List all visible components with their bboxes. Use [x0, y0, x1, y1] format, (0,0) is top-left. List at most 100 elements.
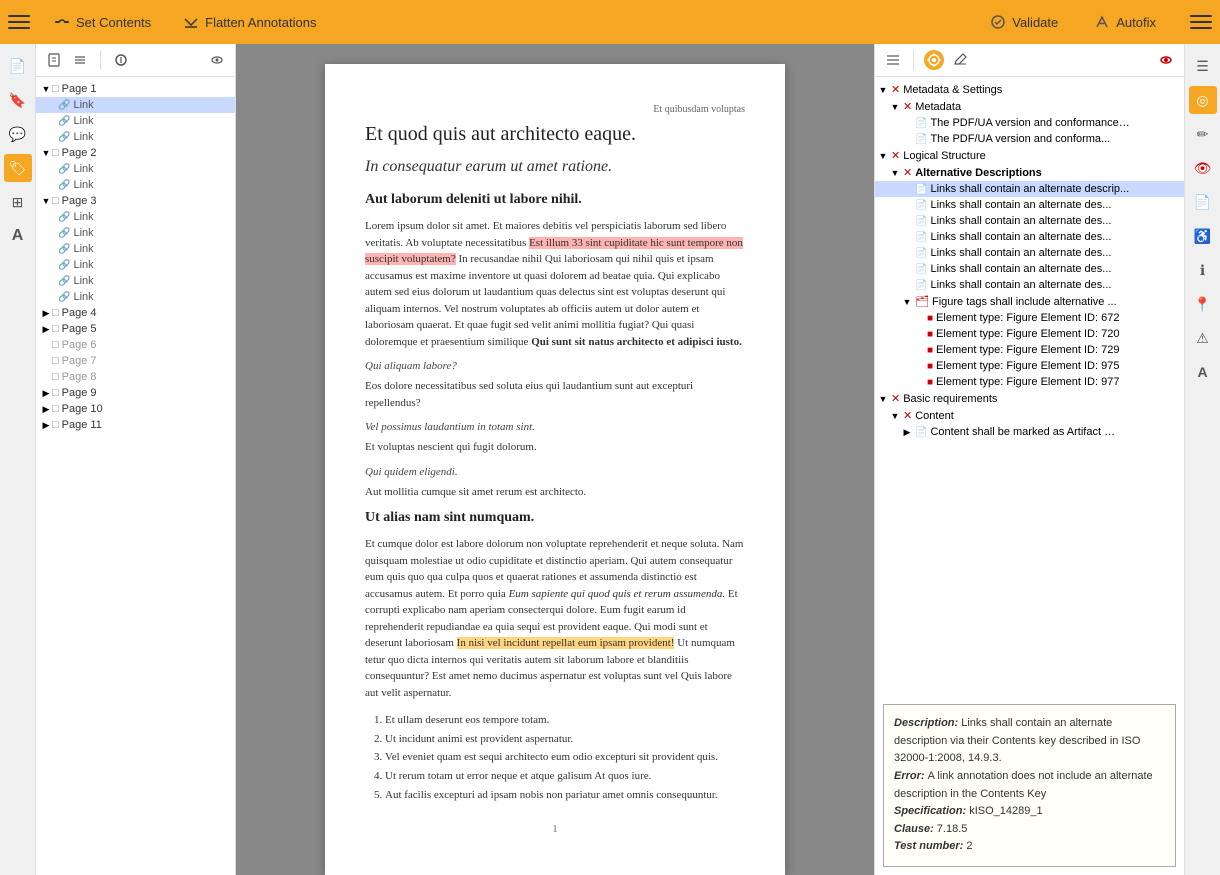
eye-icon[interactable] — [207, 50, 227, 70]
r-doc-icon: 📄 — [915, 248, 927, 259]
folder-icon: □ — [52, 403, 59, 415]
tree-page4[interactable]: ▶ □ Page 4 — [36, 305, 235, 321]
validate-button[interactable]: Validate — [980, 10, 1068, 34]
r-metadata[interactable]: ▼ ✕ Metadata — [875, 98, 1184, 115]
bookmark-icon[interactable]: 🔖 — [4, 86, 32, 114]
tree-page3-link3[interactable]: 🔗 Link — [36, 241, 235, 257]
r-link-alt-3-label: Links shall contain an alternate des... — [930, 215, 1111, 227]
folder-icon: □ — [52, 195, 59, 207]
menu-icon[interactable] — [8, 11, 30, 33]
tag-icon[interactable]: 🏷 — [4, 154, 32, 182]
r-link-alt-5[interactable]: 📄 Links shall contain an alternate des..… — [875, 245, 1184, 261]
tree-page3-link2[interactable]: 🔗 Link — [36, 225, 235, 241]
eye-view-icon[interactable] — [1156, 50, 1176, 70]
r-link-alt-1[interactable]: 📄 Links shall contain an alternate descr… — [875, 181, 1184, 197]
r-pdf-ua-1[interactable]: 📄 The PDF/UA version and conformance ... — [875, 115, 1184, 131]
flatten-button[interactable]: Flatten Annotations — [175, 10, 324, 34]
r-figure-975[interactable]: ■ Element type: Figure Element ID: 975 — [875, 358, 1184, 374]
test-label: Test number: — [894, 840, 966, 852]
layers-icon[interactable]: ⊞ — [4, 188, 32, 216]
tree-page9[interactable]: ▶ □ Page 9 — [36, 385, 235, 401]
set-contents-button[interactable]: Set Contents — [46, 10, 159, 34]
tree-page11[interactable]: ▶ □ Page 11 — [36, 417, 235, 433]
tree-page1-link3[interactable]: 🔗 Link — [36, 129, 235, 145]
r-content-artifact[interactable]: ▶ 📄 Content shall be marked as Artifact … — [875, 424, 1184, 440]
far-right-access-icon[interactable]: ♿ — [1189, 222, 1217, 250]
pdf-p3: Et voluptas nescient qui fugit dolorum. — [365, 439, 745, 456]
pdf-italic2: Vel possimus laudantium in totam sint. — [365, 421, 745, 433]
autofix-button[interactable]: Autofix — [1084, 10, 1166, 34]
pdf-italic3: Qui quidem eligendi. — [365, 466, 745, 478]
top-toolbar: Set Contents Flatten Annotations Validat… — [0, 0, 1220, 44]
r-metadata-settings[interactable]: ▼ ✕ Metadata & Settings — [875, 81, 1184, 98]
far-right-pin-icon[interactable]: 📍 — [1189, 290, 1217, 318]
tree-page6[interactable]: □ Page 6 — [36, 337, 235, 353]
new-doc-icon[interactable]: 📄 — [4, 52, 32, 80]
r-doc-icon: 📄 — [915, 184, 927, 195]
tree-page1-link1[interactable]: 🔗 Link — [36, 97, 235, 113]
clause-label: Clause: — [894, 823, 937, 835]
far-right-sidebar: ☰ ◎ ✏ 👁 📄 ♿ ℹ 📍 ⚠ A — [1184, 44, 1220, 875]
comment-icon[interactable]: 💬 — [4, 120, 32, 148]
r-link-alt-6[interactable]: 📄 Links shall contain an alternate des..… — [875, 261, 1184, 277]
pdf-content[interactable]: Et quibusdam voluptas Et quod quis aut a… — [236, 44, 874, 875]
expand-icon[interactable] — [70, 50, 90, 70]
far-right-info-icon[interactable]: ℹ — [1189, 256, 1217, 284]
flatten-label: Flatten Annotations — [205, 15, 316, 30]
r-figure-977-label: Element type: Figure Element ID: 977 — [936, 376, 1119, 388]
tree-page2-link1[interactable]: 🔗 Link — [36, 161, 235, 177]
text-icon[interactable]: A — [4, 222, 32, 250]
tree-page1-toggle[interactable]: ▼ □ Page 1 — [36, 81, 235, 97]
tree-page1-link2[interactable]: 🔗 Link — [36, 113, 235, 129]
tree-page3-link5[interactable]: 🔗 Link — [36, 273, 235, 289]
tree-page10[interactable]: ▶ □ Page 10 — [36, 401, 235, 417]
far-right-doc-icon[interactable]: 📄 — [1189, 188, 1217, 216]
tree-page3-toggle[interactable]: ▼ □ Page 3 — [36, 193, 235, 209]
far-right-pen-icon[interactable]: ✏ — [1189, 120, 1217, 148]
link-icon: 🔗 — [58, 180, 70, 191]
toggle-icon: ▶ — [40, 323, 52, 335]
far-right-warn-icon[interactable]: ⚠ — [1189, 324, 1217, 352]
r-link-alt-4[interactable]: 📄 Links shall contain an alternate des..… — [875, 229, 1184, 245]
r-pdf-ua-2[interactable]: 📄 The PDF/UA version and conforma... — [875, 131, 1184, 147]
tree-page2-link2[interactable]: 🔗 Link — [36, 177, 235, 193]
page1-label: Page 1 — [62, 83, 97, 95]
tree-page2-toggle[interactable]: ▼ □ Page 2 — [36, 145, 235, 161]
far-right-menu-icon[interactable]: ☰ — [1189, 52, 1217, 80]
tree-page3-link1[interactable]: 🔗 Link — [36, 209, 235, 225]
link-icon: 🔗 — [58, 292, 70, 303]
r-link-alt-7[interactable]: 📄 Links shall contain an alternate des..… — [875, 277, 1184, 293]
tree-page7[interactable]: □ Page 7 — [36, 353, 235, 369]
r-basic-requirements[interactable]: ▼ ✕ Basic requirements — [875, 390, 1184, 407]
far-right-target-icon[interactable]: ◎ — [1189, 86, 1217, 114]
r-toggle-icon: ▼ — [877, 151, 889, 161]
r-figure-729[interactable]: ■ Element type: Figure Element ID: 729 — [875, 342, 1184, 358]
tree-page3-link4[interactable]: 🔗 Link — [36, 257, 235, 273]
r-figure-tags[interactable]: ▼ 🗂 Figure tags shall include alternativ… — [875, 293, 1184, 310]
folder-icon: □ — [52, 147, 59, 159]
pencil-icon[interactable] — [950, 50, 970, 70]
r-content-label: Content — [915, 410, 954, 422]
r-link-alt-3[interactable]: 📄 Links shall contain an alternate des..… — [875, 213, 1184, 229]
far-right-eye-icon[interactable]: 👁 — [1189, 154, 1217, 182]
target-icon[interactable] — [924, 50, 944, 70]
r-figure-672[interactable]: ■ Element type: Figure Element ID: 672 — [875, 310, 1184, 326]
tree-page8[interactable]: □ Page 8 — [36, 369, 235, 385]
toggle-icon — [40, 371, 52, 383]
tree-page3-link6[interactable]: 🔗 Link — [36, 289, 235, 305]
right-menu-icon[interactable] — [1190, 11, 1212, 33]
far-right-text-icon[interactable]: A — [1189, 358, 1217, 386]
pdf-p5: Et cumque dolor est labore dolorum non v… — [365, 536, 745, 701]
r-figure-720[interactable]: ■ Element type: Figure Element ID: 720 — [875, 326, 1184, 342]
right-menu-icon[interactable] — [883, 50, 903, 70]
r-doc-icon: 📄 — [915, 134, 927, 145]
r-link-alt-2[interactable]: 📄 Links shall contain an alternate des..… — [875, 197, 1184, 213]
new-page-icon[interactable] — [44, 50, 64, 70]
r-toggle-icon: ▼ — [889, 168, 901, 178]
r-figure-977[interactable]: ■ Element type: Figure Element ID: 977 — [875, 374, 1184, 390]
r-alt-descriptions[interactable]: ▼ ✕ Alternative Descriptions — [875, 164, 1184, 181]
r-logical-structure[interactable]: ▼ ✕ Logical Structure — [875, 147, 1184, 164]
circle-icon[interactable] — [111, 50, 131, 70]
r-content[interactable]: ▼ ✕ Content — [875, 407, 1184, 424]
tree-page5[interactable]: ▶ □ Page 5 — [36, 321, 235, 337]
